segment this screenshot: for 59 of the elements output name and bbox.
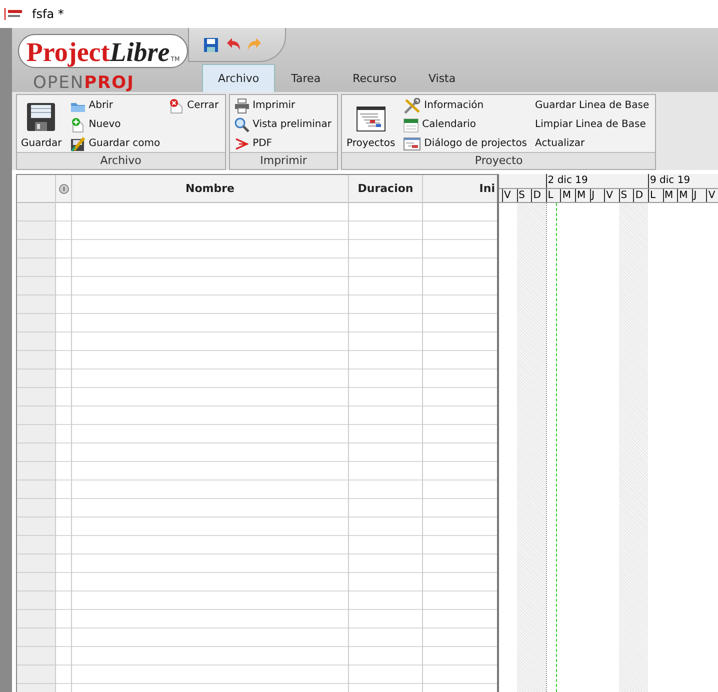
save-icon[interactable] [203, 36, 219, 52]
ribbon-button[interactable]: Nuevo [70, 116, 160, 133]
printer-icon [234, 98, 250, 114]
ribbon-button[interactable]: Actualizar [535, 135, 650, 152]
ribbon-group-label: Proyecto [342, 152, 656, 169]
ribbon-button[interactable]: Guardar Linea de Base [535, 97, 650, 114]
day-label: J [590, 189, 604, 202]
column-header[interactable]: Nombre [72, 175, 348, 203]
projects-window-icon [356, 106, 386, 132]
undo-arrow-icon[interactable] [225, 36, 241, 52]
magnifier-icon [234, 116, 250, 132]
day-label: J [692, 189, 706, 202]
ribbon-tab[interactable]: Tarea [275, 64, 337, 92]
close-document-icon [168, 98, 184, 114]
logo-subtitle-accent: PROJ [84, 73, 134, 93]
day-label: M [574, 189, 590, 202]
ribbon-group-label: Imprimir [230, 152, 338, 169]
ribbon-button[interactable]: Limpiar Linea de Base [535, 116, 650, 133]
ribbon-tab[interactable]: Archivo [202, 64, 276, 92]
day-label: V [502, 189, 517, 202]
day-label: M [677, 189, 692, 202]
ribbon-button[interactable]: Cerrar [168, 97, 219, 114]
ribbon-button[interactable]: Diálogo de projectos [403, 135, 528, 152]
logo-brand-accent: Libre [110, 37, 170, 68]
week-label: 2 dic 19 [546, 174, 648, 188]
day-label: S [618, 189, 634, 202]
ribbon-tab[interactable]: Vista [412, 64, 472, 92]
info-circle-icon [58, 184, 68, 194]
logo-brand: Project [26, 37, 110, 68]
ribbon-button[interactable]: Vista preliminar [234, 116, 332, 133]
day-label: D [633, 189, 648, 202]
column-header[interactable]: Ini [423, 175, 497, 203]
day-label: V [604, 189, 619, 202]
save-as-icon [70, 136, 86, 152]
day-label: L [546, 189, 560, 202]
new-document-icon [70, 116, 86, 132]
tools-icon [403, 98, 422, 114]
window-title: fsfa * [32, 7, 64, 21]
ribbon-button[interactable]: Información [403, 97, 528, 114]
ribbon-button[interactable]: Abrir [70, 97, 160, 114]
calendar-icon [403, 116, 420, 132]
column-header[interactable]: Duracion [349, 175, 422, 203]
ribbon-button[interactable]: Guardar [21, 97, 62, 151]
day-label: M [662, 189, 678, 202]
week-label: 9 dic 19 [648, 174, 718, 188]
day-label: D [531, 189, 546, 202]
ribbon-button[interactable]: Proyectos [346, 97, 396, 151]
ribbon-tab[interactable]: Recurso [336, 64, 412, 92]
day-label: M [560, 189, 575, 202]
project-dialog-icon [403, 136, 422, 150]
ribbon-button[interactable]: PDF [234, 135, 332, 152]
ribbon-button[interactable]: Imprimir [234, 97, 332, 114]
pdf-icon [234, 136, 250, 152]
ribbon-group-label: Archivo [17, 152, 225, 169]
day-label: S [516, 189, 532, 202]
logo-subtitle: OPEN [33, 73, 84, 93]
day-label: L [648, 189, 663, 202]
day-label: V [706, 189, 718, 202]
ribbon-button[interactable]: Calendario [403, 116, 528, 133]
